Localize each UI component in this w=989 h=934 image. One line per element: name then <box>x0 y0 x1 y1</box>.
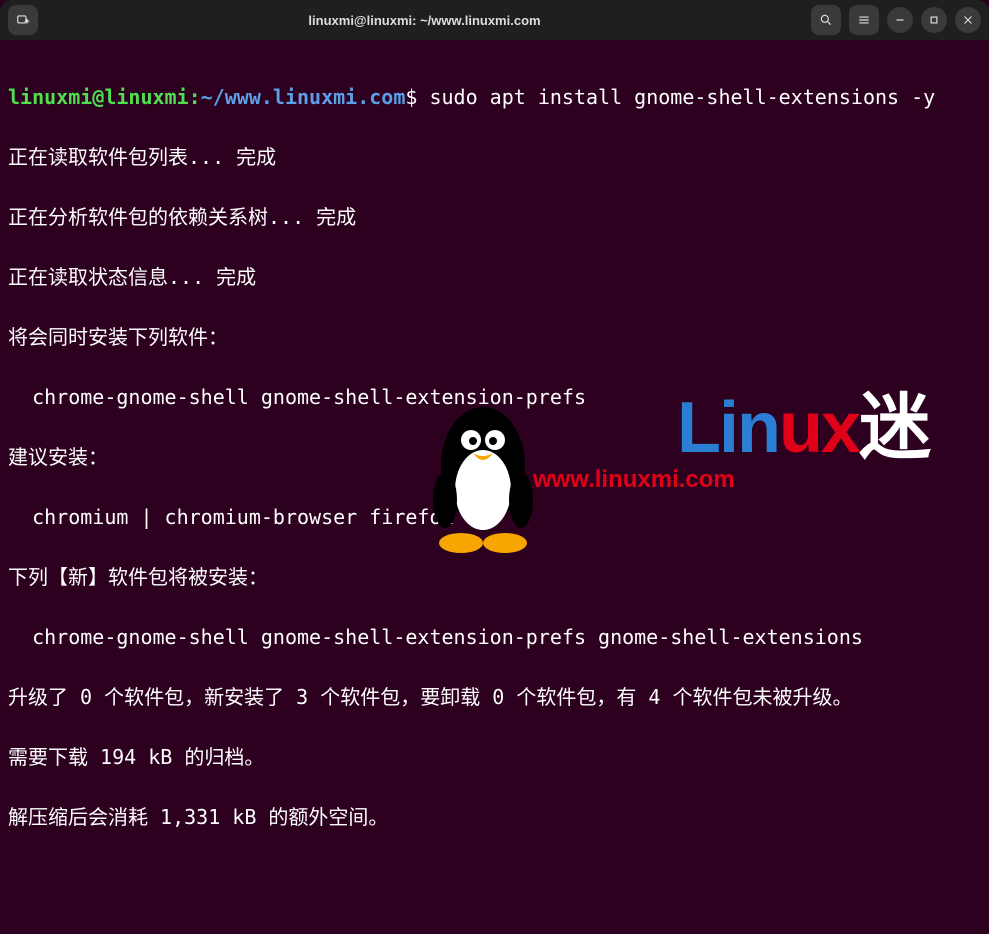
output-line: chrome-gnome-shell gnome-shell-extension… <box>8 382 981 412</box>
output-line: 正在分析软件包的依赖关系树... 完成 <box>8 202 981 232</box>
prompt-user-host: linuxmi@linuxmi <box>8 85 189 109</box>
terminal-body[interactable]: linuxmi@linuxmi:~/www.linuxmi.com$ sudo … <box>0 40 989 934</box>
search-button[interactable] <box>811 5 841 35</box>
output-line: 正在读取状态信息... 完成 <box>8 262 981 292</box>
output-line: 解压缩后会消耗 1,331 kB 的额外空间。 <box>8 802 981 832</box>
hamburger-icon <box>857 13 871 27</box>
output-line: chromium | chromium-browser firefox <box>8 502 981 532</box>
new-tab-button[interactable] <box>8 5 38 35</box>
maximize-button[interactable] <box>921 7 947 33</box>
output-line: 下列【新】软件包将被安装： <box>8 562 981 592</box>
window-title: linuxmi@linuxmi: ~/www.linuxmi.com <box>308 13 540 28</box>
output-line: 建议安装： <box>8 442 981 472</box>
window-titlebar: linuxmi@linuxmi: ~/www.linuxmi.com <box>0 0 989 40</box>
prompt-colon: : <box>189 85 201 109</box>
output-line: 需要下载 194 kB 的归档。 <box>8 742 981 772</box>
output-line: chrome-gnome-shell gnome-shell-extension… <box>8 622 981 652</box>
maximize-icon <box>927 13 941 27</box>
menu-button[interactable] <box>849 5 879 35</box>
close-button[interactable] <box>955 7 981 33</box>
close-icon <box>961 13 975 27</box>
search-icon <box>819 13 833 27</box>
output-line: 将会同时安装下列软件： <box>8 322 981 352</box>
command-text: sudo apt install gnome-shell-extensions … <box>429 85 935 109</box>
terminal-plus-icon <box>16 13 30 27</box>
output-line: 正在读取软件包列表... 完成 <box>8 142 981 172</box>
prompt-dollar: $ <box>405 85 429 109</box>
output-line: 升级了 0 个软件包，新安装了 3 个软件包，要卸载 0 个软件包，有 4 个软… <box>8 682 981 712</box>
prompt-path: ~/www.linuxmi.com <box>201 85 406 109</box>
prompt-line: linuxmi@linuxmi:~/www.linuxmi.com$ sudo … <box>8 82 981 112</box>
minimize-icon <box>893 13 907 27</box>
minimize-button[interactable] <box>887 7 913 33</box>
